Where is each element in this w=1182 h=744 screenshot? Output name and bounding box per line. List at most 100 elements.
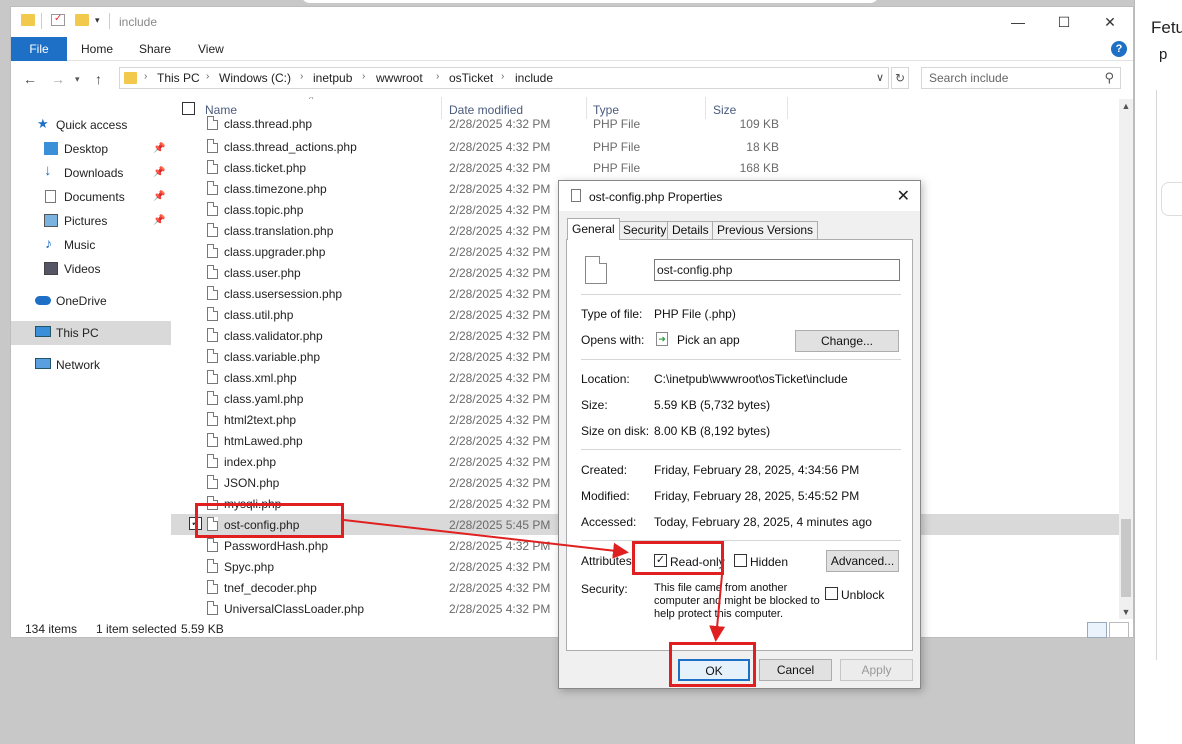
- file-date: 2/28/2025 4:32 PM: [449, 455, 551, 469]
- properties-icon[interactable]: ✓: [51, 13, 65, 26]
- file-date: 2/28/2025 4:32 PM: [449, 539, 551, 553]
- folder-icon: [124, 72, 137, 84]
- up-arrow-icon[interactable]: ↑: [95, 71, 102, 87]
- nav-item-videos[interactable]: Videos: [11, 257, 171, 281]
- cancel-button[interactable]: Cancel: [759, 659, 832, 681]
- breadcrumb-wwwroot[interactable]: wwwroot: [376, 71, 423, 85]
- nav-item-label: Network: [56, 358, 101, 372]
- tab-share[interactable]: Share: [139, 37, 171, 61]
- hidden-checkbox[interactable]: [734, 554, 747, 567]
- scroll-down-icon[interactable]: ▼: [1119, 607, 1133, 617]
- file-name: tnef_decoder.php: [224, 581, 317, 595]
- new-folder-icon[interactable]: [75, 14, 89, 26]
- maximize-button[interactable]: ☐: [1041, 11, 1087, 33]
- file-date: 2/28/2025 4:32 PM: [449, 434, 551, 448]
- filename-field[interactable]: ost-config.php: [654, 259, 900, 281]
- nav-item-network[interactable]: Network: [11, 353, 171, 377]
- tab-previous-versions[interactable]: Previous Versions: [712, 221, 819, 239]
- opens-with-label: Opens with:: [581, 333, 645, 347]
- php-file-icon: [207, 244, 218, 258]
- dialog-title: ost-config.php Properties: [589, 190, 723, 204]
- nav-item-this-pc[interactable]: This PC: [11, 321, 171, 345]
- selection-size: 5.59 KB: [181, 622, 224, 636]
- background-tab-strip: [1161, 182, 1182, 216]
- chevron-down-icon[interactable]: ∨: [876, 71, 884, 84]
- back-arrow-icon[interactable]: ←: [23, 71, 37, 87]
- background-strip: [300, 0, 880, 4]
- file-date: 2/28/2025 4:32 PM: [449, 581, 551, 595]
- file-date: 2/28/2025 5:45 PM: [449, 518, 551, 532]
- file-date: 2/28/2025 4:32 PM: [449, 350, 551, 364]
- tab-file[interactable]: File: [11, 37, 67, 61]
- nav-item-downloads[interactable]: ↓ Downloads 📌: [11, 161, 171, 185]
- advanced-button[interactable]: Advanced...: [826, 550, 899, 572]
- scroll-up-icon[interactable]: ▲: [1119, 101, 1133, 111]
- unblock-checkbox[interactable]: [825, 587, 838, 600]
- nav-item-music[interactable]: ♪ Music: [11, 233, 171, 257]
- tab-details[interactable]: Details: [667, 221, 714, 239]
- tab-general[interactable]: General: [567, 218, 620, 240]
- modified-value: Friday, February 28, 2025, 5:45:52 PM: [654, 489, 860, 503]
- nav-item-pictures[interactable]: Pictures 📌: [11, 209, 171, 233]
- file-size: 109 KB: [739, 117, 779, 131]
- file-name: htmLawed.php: [224, 434, 303, 448]
- breadcrumb-this-pc[interactable]: This PC: [157, 71, 200, 85]
- nav-item-label: Documents: [64, 190, 125, 204]
- pin-icon[interactable]: 📌: [153, 143, 165, 154]
- file-date: 2/28/2025 4:32 PM: [449, 329, 551, 343]
- php-file-icon: [207, 223, 218, 237]
- general-tab-panel: ost-config.php Type of file: PHP File (.…: [566, 239, 913, 651]
- search-input[interactable]: Search include ⚲: [921, 67, 1121, 89]
- tab-view[interactable]: View: [198, 37, 224, 61]
- file-name: html2text.php: [224, 413, 297, 427]
- address-bar-row: ← → ▾ ↑ › This PC › Windows (C:) › inetp…: [11, 63, 1133, 93]
- details-view-icon[interactable]: [1087, 622, 1107, 638]
- size-value: 5.59 KB (5,732 bytes): [654, 398, 771, 412]
- file-icon: [571, 189, 581, 202]
- help-icon[interactable]: ?: [1111, 41, 1127, 57]
- recent-locations-icon[interactable]: ▾: [75, 74, 80, 85]
- file-name: class.translation.php: [224, 224, 334, 238]
- nav-item-desktop[interactable]: Desktop 📌: [11, 137, 171, 161]
- breadcrumb-osticket[interactable]: osTicket: [449, 71, 493, 85]
- pin-icon[interactable]: 📌: [153, 215, 165, 226]
- nav-item-label: This PC: [56, 326, 99, 340]
- large-icons-view-icon[interactable]: [1109, 622, 1129, 638]
- change-button[interactable]: Change...: [795, 330, 899, 352]
- accessed-value: Today, February 28, 2025, 4 minutes ago: [654, 515, 872, 529]
- file-date: 2/28/2025 4:32 PM: [449, 497, 551, 511]
- scrollbar-thumb[interactable]: [1121, 519, 1131, 597]
- nav-item-quick-access[interactable]: ★ Quick access: [11, 113, 171, 137]
- table-row[interactable]: class.thread.php 2/28/2025 4:32 PM PHP Fil…: [171, 113, 1123, 134]
- php-file-icon: [207, 181, 218, 195]
- file-date: 2/28/2025 4:32 PM: [449, 117, 551, 131]
- breadcrumb-windows-c[interactable]: Windows (C:): [219, 71, 291, 85]
- nav-item-onedrive[interactable]: OneDrive: [11, 289, 171, 313]
- table-row[interactable]: class.ticket.php 2/28/2025 4:32 PM PHP Fil…: [171, 157, 1123, 178]
- tab-home[interactable]: Home: [81, 37, 113, 61]
- minimize-button[interactable]: —: [995, 11, 1041, 33]
- file-name: class.topic.php: [224, 203, 304, 217]
- address-bar[interactable]: › This PC › Windows (C:) › inetpub › www…: [119, 67, 889, 89]
- pin-icon[interactable]: 📌: [153, 167, 165, 178]
- table-row[interactable]: class.thread_actions.php 2/28/2025 4:32 P…: [171, 136, 1123, 157]
- background-divider: [1156, 90, 1157, 660]
- pin-icon[interactable]: 📌: [153, 191, 165, 202]
- file-date: 2/28/2025 4:32 PM: [449, 392, 551, 406]
- nav-item-label: Pictures: [64, 214, 108, 228]
- refresh-icon[interactable]: ↻: [891, 67, 909, 89]
- customize-quick-access-icon[interactable]: ▾: [95, 15, 100, 26]
- breadcrumb-include[interactable]: include: [515, 71, 553, 85]
- nav-item-documents[interactable]: Documents 📌: [11, 185, 171, 209]
- breadcrumb-inetpub[interactable]: inetpub: [313, 71, 352, 85]
- close-icon[interactable]: ✕: [897, 186, 910, 206]
- vertical-scrollbar[interactable]: ▲ ▼: [1119, 99, 1133, 619]
- close-button[interactable]: ✕: [1087, 11, 1133, 33]
- nav-item-label: Desktop: [64, 142, 109, 156]
- forward-arrow-icon[interactable]: →: [51, 71, 65, 87]
- title-bar: ✓ ▾ include — ☐ ✕: [11, 7, 1133, 37]
- navigation-pane: ★ Quick access Desktop 📌 ↓ Downloads 📌 D…: [11, 107, 171, 607]
- tab-security[interactable]: Security: [618, 221, 672, 239]
- apply-button[interactable]: Apply: [840, 659, 913, 681]
- php-file-icon: [207, 139, 218, 153]
